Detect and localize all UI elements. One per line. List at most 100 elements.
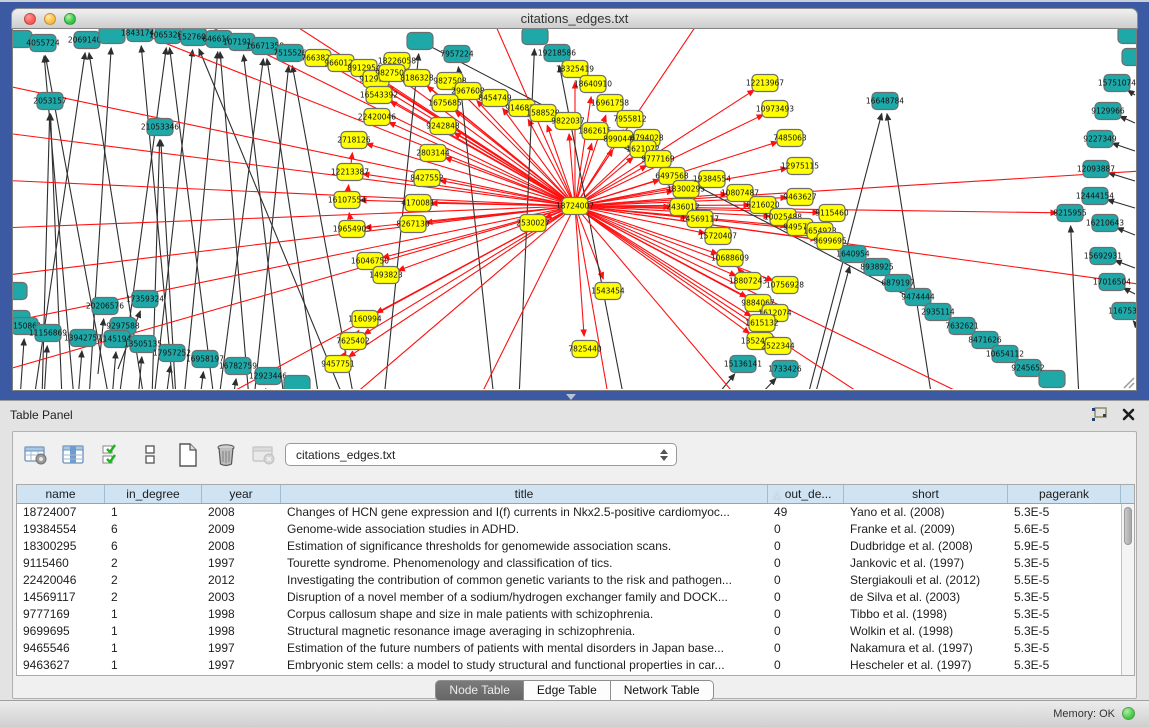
tab-edge-table[interactable]: Edge Table (524, 680, 611, 701)
graph-node[interactable]: 1543454 (591, 283, 625, 300)
graph-node[interactable]: 7955812 (613, 111, 647, 128)
graph-node[interactable]: 4170081 (401, 195, 435, 212)
graph-node[interactable]: 1160994 (348, 311, 382, 328)
graph-node[interactable]: 10756928 (766, 277, 804, 294)
network-canvas[interactable]: 4055724206914061843174810653287152760264… (12, 29, 1137, 391)
column-header-name[interactable]: name (17, 485, 105, 503)
cell-in_degree[interactable]: 1 (105, 623, 202, 640)
table-row[interactable]: 946554611997Estimation of the future num… (17, 640, 1134, 657)
graph-edge[interactable] (20, 339, 24, 389)
table-row[interactable]: 1872400712008Changes of HCN gene express… (17, 504, 1134, 521)
cell-name[interactable]: 9115460 (17, 555, 105, 572)
close-panel-icon[interactable] (1122, 408, 1135, 421)
graph-edge[interactable] (200, 372, 203, 389)
delete-table-icon[interactable] (251, 443, 277, 467)
graph-edge[interactable] (112, 352, 116, 389)
graph-node[interactable]: 15136141 (724, 356, 762, 373)
table-row[interactable]: 911546021997Tourette syndrome. Phenomeno… (17, 555, 1134, 572)
column-header-out_de[interactable]: △out_de... (768, 485, 844, 503)
graph-edge[interactable] (244, 55, 284, 389)
graph-edge[interactable] (1133, 321, 1135, 323)
graph-node[interactable]: 2718126 (337, 132, 371, 149)
graph-node[interactable] (13, 283, 27, 300)
cell-pagerank[interactable]: 5.3E-5 (1008, 657, 1121, 674)
graph-edge[interactable] (887, 114, 932, 389)
cell-out_de[interactable]: 0 (768, 657, 844, 674)
graph-edge[interactable] (458, 67, 494, 389)
cell-year[interactable]: 2009 (202, 521, 281, 538)
graph-node[interactable]: 12975115 (781, 158, 819, 175)
cell-in_degree[interactable]: 2 (105, 555, 202, 572)
graph-node[interactable] (1039, 371, 1065, 388)
graph-node[interactable] (284, 376, 310, 390)
graph-edge[interactable] (42, 114, 50, 389)
cell-in_degree[interactable]: 6 (105, 521, 202, 538)
cell-year[interactable]: 2003 (202, 589, 281, 606)
row-height-icon[interactable] (137, 443, 163, 467)
graph-edge[interactable] (233, 379, 236, 389)
cell-title[interactable]: Tourette syndrome. Phenomenology and cla… (281, 555, 768, 572)
cell-name[interactable]: 18724007 (17, 504, 105, 521)
graph-node[interactable]: 2803144 (416, 145, 450, 162)
graph-node[interactable]: 9129966 (1091, 103, 1125, 120)
tab-node-table[interactable]: Node Table (435, 680, 524, 701)
cell-out_de[interactable]: 0 (768, 521, 844, 538)
column-header-in_degree[interactable]: in_degree (105, 485, 202, 503)
cell-out_de[interactable]: 0 (768, 589, 844, 606)
cell-year[interactable]: 1998 (202, 606, 281, 623)
graph-node[interactable]: 15720407 (699, 228, 737, 245)
graph-node[interactable]: 1167533 (1108, 303, 1136, 320)
graph-edge[interactable] (470, 206, 575, 389)
window-titlebar[interactable]: citations_edges.txt (11, 8, 1138, 29)
cell-year[interactable]: 2008 (202, 538, 281, 555)
cell-short[interactable]: de Silva et al. (2003) (844, 589, 1008, 606)
graph-edge[interactable] (575, 206, 773, 280)
table-row[interactable]: 1830029562008Estimation of significance … (17, 538, 1134, 555)
graph-node[interactable]: 7957224 (440, 46, 474, 63)
cell-year[interactable]: 1997 (202, 640, 281, 657)
cell-pagerank[interactable]: 5.3E-5 (1008, 504, 1121, 521)
new-table-icon[interactable] (175, 443, 201, 467)
graph-node[interactable]: 9227349 (1083, 131, 1117, 148)
table-row[interactable]: 1456911722003Disruption of a novel membe… (17, 589, 1134, 606)
cell-title[interactable]: Estimation of significance thresholds fo… (281, 538, 768, 555)
graph-node[interactable]: 19218586 (538, 45, 576, 62)
cell-title[interactable]: Changes of HCN gene expression and I(f) … (281, 504, 768, 521)
tab-network-table[interactable]: Network Table (611, 680, 714, 701)
table-options-icon[interactable] (23, 443, 49, 467)
graph-edge[interactable] (575, 206, 749, 333)
cell-title[interactable]: Investigating the contribution of common… (281, 572, 768, 589)
column-header-title[interactable]: title (281, 485, 768, 503)
cell-short[interactable]: Stergiakouli et al. (2012) (844, 572, 1008, 589)
graph-edge[interactable] (1107, 200, 1135, 208)
graph-node[interactable]: 20206576 (86, 298, 124, 315)
graph-edge[interactable] (44, 346, 47, 389)
graph-node[interactable]: 8427552 (410, 170, 444, 187)
cell-name[interactable]: 9699695 (17, 623, 105, 640)
cell-short[interactable]: Franke et al. (2009) (844, 521, 1008, 538)
graph-node[interactable]: 4055724 (26, 35, 60, 52)
cell-out_de[interactable]: 49 (768, 504, 844, 521)
graph-edge[interactable] (199, 49, 344, 389)
graph-node[interactable]: 9242848 (426, 118, 460, 135)
graph-node[interactable] (407, 33, 433, 50)
scrollbar-thumb[interactable] (1124, 507, 1132, 545)
cell-name[interactable]: 19384554 (17, 521, 105, 538)
table-row[interactable]: 2242004622012Investigating the contribut… (17, 572, 1134, 589)
cell-out_de[interactable]: 0 (768, 640, 844, 657)
cell-name[interactable]: 22420046 (17, 572, 105, 589)
cell-in_degree[interactable]: 6 (105, 538, 202, 555)
graph-edge[interactable] (1112, 143, 1135, 151)
cell-pagerank[interactable]: 5.9E-5 (1008, 538, 1121, 555)
cell-name[interactable]: 18300295 (17, 538, 105, 555)
cell-pagerank[interactable]: 5.3E-5 (1008, 555, 1121, 572)
resize-grip[interactable] (1121, 375, 1135, 389)
cell-in_degree[interactable]: 1 (105, 504, 202, 521)
cell-title[interactable]: Structural magnetic resonance image aver… (281, 623, 768, 640)
graph-edge[interactable] (1124, 288, 1135, 294)
graph-edge[interactable] (1071, 226, 1079, 389)
graph-edge[interactable] (51, 114, 62, 389)
graph-node[interactable]: 7485063 (773, 130, 807, 147)
graph-edge[interactable] (1117, 228, 1135, 235)
float-panel-icon[interactable] (1091, 407, 1108, 422)
